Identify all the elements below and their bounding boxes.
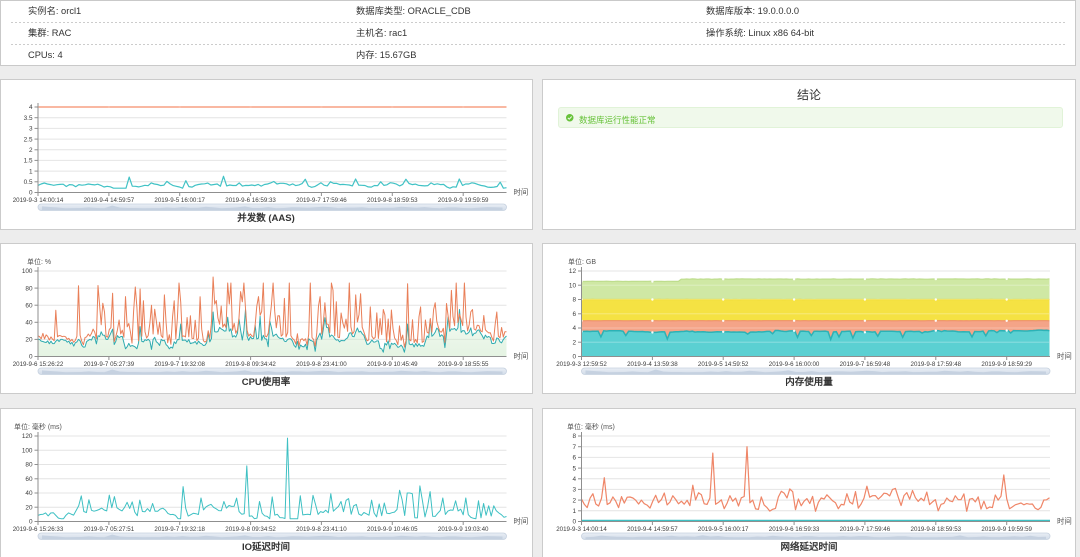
- svg-text:2019-9-8 23:41:10: 2019-9-8 23:41:10: [296, 526, 347, 533]
- svg-text:单位: GB: 单位: GB: [568, 257, 596, 266]
- svg-text:2019-9-9 18:55:55: 2019-9-9 18:55:55: [438, 361, 489, 368]
- svg-text:2019-9-5 14:59:52: 2019-9-5 14:59:52: [698, 361, 749, 368]
- svg-text:2019-9-8 09:34:42: 2019-9-8 09:34:42: [225, 361, 276, 368]
- svg-text:40: 40: [25, 320, 33, 327]
- svg-text:2019-9-7 19:32:08: 2019-9-7 19:32:08: [154, 361, 205, 368]
- svg-text:2: 2: [572, 497, 576, 504]
- svg-text:0: 0: [572, 354, 576, 361]
- svg-text:2019-9-9 19:59:59: 2019-9-9 19:59:59: [438, 197, 489, 204]
- svg-text:时间: 时间: [514, 352, 529, 361]
- svg-text:80: 80: [25, 285, 33, 292]
- svg-text:0: 0: [29, 190, 33, 197]
- svg-text:5: 5: [572, 465, 576, 472]
- svg-text:6: 6: [572, 311, 576, 318]
- svg-text:8: 8: [572, 297, 576, 304]
- svg-text:2019-9-4 14:59:57: 2019-9-4 14:59:57: [627, 526, 678, 533]
- svg-text:2019-9-9 10:46:05: 2019-9-9 10:46:05: [367, 526, 418, 533]
- svg-text:2019-9-8 17:59:48: 2019-9-8 17:59:48: [911, 361, 962, 368]
- svg-text:网络延迟时间: 网络延迟时间: [780, 541, 837, 553]
- svg-text:时间: 时间: [514, 188, 529, 197]
- svg-text:2019-9-8 18:59:53: 2019-9-8 18:59:53: [367, 197, 418, 204]
- svg-text:1.5: 1.5: [24, 158, 33, 165]
- svg-text:2019-9-8 09:34:52: 2019-9-8 09:34:52: [225, 526, 276, 533]
- svg-text:20: 20: [25, 337, 33, 344]
- svg-text:0.5: 0.5: [24, 179, 33, 186]
- svg-text:2019-9-7 16:59:48: 2019-9-7 16:59:48: [840, 361, 891, 368]
- svg-text:100: 100: [22, 448, 33, 455]
- svg-text:12: 12: [569, 268, 577, 275]
- svg-text:2019-9-9 10:45:49: 2019-9-9 10:45:49: [367, 361, 418, 368]
- svg-text:2019-9-6 16:59:33: 2019-9-6 16:59:33: [225, 197, 276, 204]
- svg-text:单位: %: 单位: %: [27, 257, 51, 266]
- svg-text:2019-9-5 16:00:17: 2019-9-5 16:00:17: [698, 526, 749, 533]
- svg-text:2019-9-9 19:03:40: 2019-9-9 19:03:40: [438, 526, 489, 533]
- svg-text:80: 80: [25, 462, 33, 469]
- svg-text:2: 2: [572, 340, 576, 347]
- svg-text:2019-9-7 05:27:39: 2019-9-7 05:27:39: [84, 361, 135, 368]
- svg-text:2019-9-8 23:41:00: 2019-9-8 23:41:00: [296, 361, 347, 368]
- svg-text:1: 1: [572, 508, 576, 515]
- svg-text:2019-9-3 14:00:14: 2019-9-3 14:00:14: [13, 197, 64, 204]
- svg-text:2019-9-6 16:00:00: 2019-9-6 16:00:00: [769, 361, 820, 368]
- svg-text:2019-9-6 15:26:33: 2019-9-6 15:26:33: [13, 526, 64, 533]
- svg-text:2019-9-4 14:59:57: 2019-9-4 14:59:57: [84, 197, 135, 204]
- svg-text:2019-9-9 18:59:29: 2019-9-9 18:59:29: [981, 361, 1032, 368]
- svg-text:并发数 (AAS): 并发数 (AAS): [237, 212, 295, 224]
- svg-text:4: 4: [29, 104, 33, 111]
- svg-text:6: 6: [572, 455, 576, 462]
- svg-text:40: 40: [25, 490, 33, 497]
- svg-text:2019-9-7 17:59:46: 2019-9-7 17:59:46: [840, 526, 891, 533]
- svg-text:20: 20: [25, 505, 33, 512]
- svg-text:2019-9-6 16:59:33: 2019-9-6 16:59:33: [769, 526, 820, 533]
- svg-text:3.5: 3.5: [24, 115, 33, 122]
- svg-text:2019-9-3 12:59:52: 2019-9-3 12:59:52: [556, 361, 607, 368]
- svg-text:120: 120: [22, 433, 33, 440]
- svg-text:2019-9-8 18:59:53: 2019-9-8 18:59:53: [911, 526, 962, 533]
- svg-text:单位: 毫秒 (ms): 单位: 毫秒 (ms): [14, 422, 62, 431]
- svg-text:60: 60: [25, 302, 33, 309]
- svg-text:100: 100: [22, 268, 33, 275]
- svg-text:IO延迟时间: IO延迟时间: [242, 541, 290, 553]
- svg-text:时间: 时间: [1057, 352, 1072, 361]
- svg-text:8: 8: [572, 433, 576, 440]
- svg-text:内存使用量: 内存使用量: [785, 376, 833, 388]
- svg-text:7: 7: [572, 444, 576, 451]
- svg-text:0: 0: [29, 354, 33, 361]
- svg-text:3: 3: [29, 126, 33, 133]
- svg-text:0: 0: [572, 519, 576, 526]
- svg-text:2: 2: [29, 147, 33, 154]
- svg-text:60: 60: [25, 476, 33, 483]
- svg-text:2019-9-7 05:27:51: 2019-9-7 05:27:51: [84, 526, 135, 533]
- svg-text:2019-9-9 19:59:59: 2019-9-9 19:59:59: [981, 526, 1032, 533]
- svg-text:2019-9-4 13:59:38: 2019-9-4 13:59:38: [627, 361, 678, 368]
- svg-text:4: 4: [572, 476, 576, 483]
- svg-text:1: 1: [29, 168, 33, 175]
- svg-text:4: 4: [572, 325, 576, 332]
- svg-text:2019-9-5 16:00:17: 2019-9-5 16:00:17: [154, 197, 205, 204]
- svg-text:2019-9-6 15:26:22: 2019-9-6 15:26:22: [13, 361, 64, 368]
- svg-text:CPU使用率: CPU使用率: [242, 376, 291, 388]
- svg-text:2019-9-7 19:32:18: 2019-9-7 19:32:18: [154, 526, 205, 533]
- svg-text:单位: 毫秒 (ms): 单位: 毫秒 (ms): [567, 422, 615, 431]
- svg-text:0: 0: [29, 519, 33, 526]
- svg-text:2019-9-3 14:00:14: 2019-9-3 14:00:14: [556, 526, 607, 533]
- svg-text:时间: 时间: [514, 517, 529, 526]
- svg-text:时间: 时间: [1057, 517, 1072, 526]
- svg-text:3: 3: [572, 487, 576, 494]
- svg-text:2019-9-7 17:59:46: 2019-9-7 17:59:46: [296, 197, 347, 204]
- svg-text:10: 10: [569, 283, 577, 290]
- svg-text:2.5: 2.5: [24, 136, 33, 143]
